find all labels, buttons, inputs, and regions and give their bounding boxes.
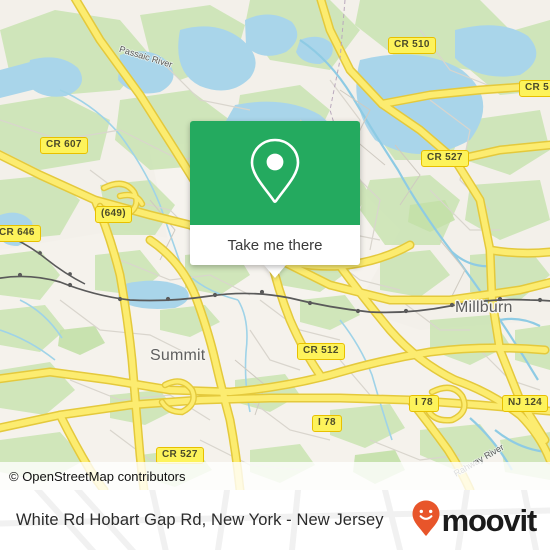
location-pin-icon bbox=[247, 136, 303, 211]
footer-bar: White Rd Hobart Gap Rd, New York - New J… bbox=[0, 490, 550, 550]
destination-callout-card[interactable]: Take me there bbox=[190, 121, 360, 265]
callout-image-area bbox=[190, 121, 360, 225]
map-screen: Passaic River Rahway River Summit Millbu… bbox=[0, 0, 550, 550]
location-title: White Rd Hobart Gap Rd, New York - New J… bbox=[16, 510, 384, 529]
moovit-wordmark: moovit bbox=[441, 502, 538, 538]
map-attribution: © OpenStreetMap contributors bbox=[0, 462, 550, 490]
moovit-smiley-pin-icon bbox=[411, 499, 441, 542]
take-me-there-label: Take me there bbox=[227, 236, 323, 254]
callout-action-bar[interactable]: Take me there bbox=[190, 225, 360, 265]
moovit-logo[interactable]: moovit bbox=[411, 499, 538, 542]
callout-pointer-tail bbox=[264, 265, 286, 278]
attribution-text: © OpenStreetMap contributors bbox=[9, 468, 186, 484]
